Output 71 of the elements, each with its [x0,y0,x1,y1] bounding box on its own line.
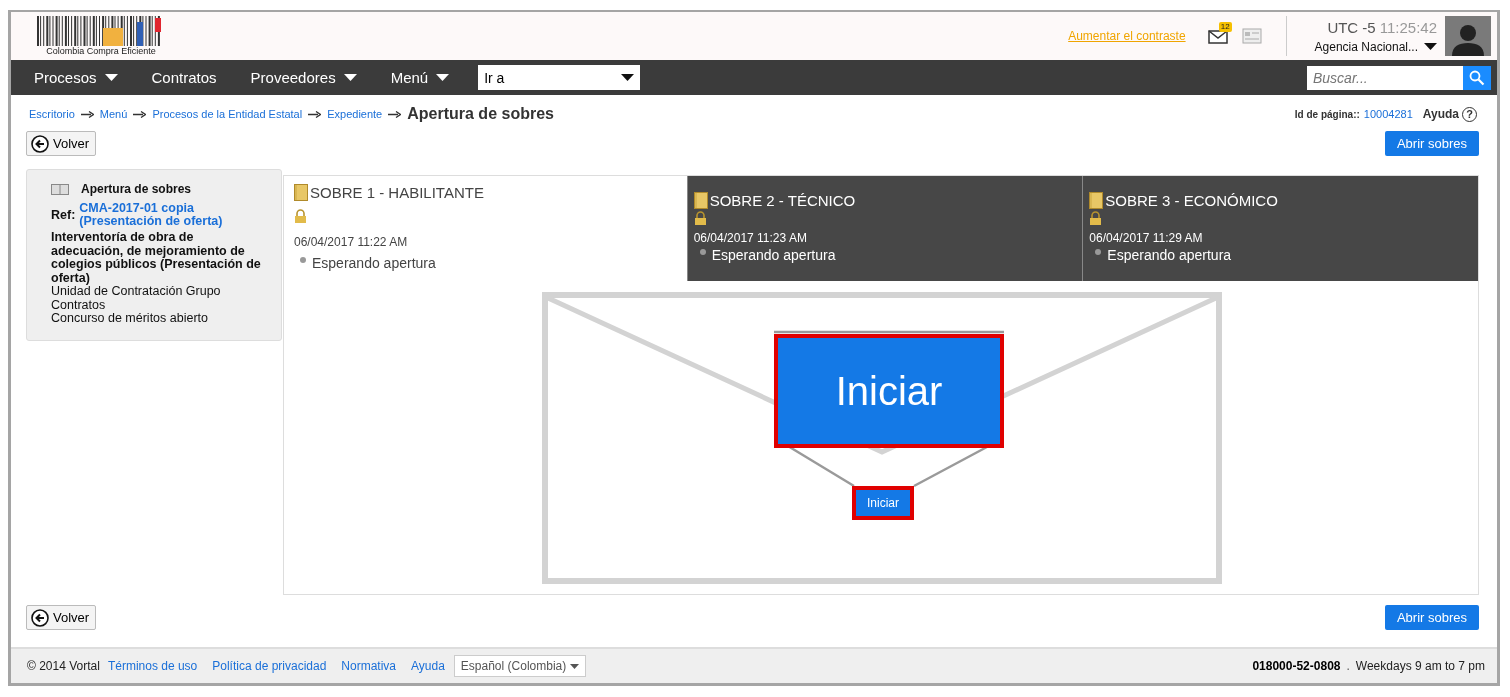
hours-text: Weekdays 9 am to 7 pm [1355,659,1485,673]
start-button[interactable]: Iniciar [852,486,914,520]
caret-icon [1424,43,1437,50]
envelope-title: SOBRE 2 - TÉCNICO [709,192,856,209]
envelope-icon [693,192,708,209]
breadcrumb-link[interactable]: Expediente [327,108,383,120]
arrow-icon [133,110,147,118]
arrow-icon [388,110,402,118]
envelope-tab[interactable]: SOBRE 2 - TÉCNICO 06/04/2017 11:23 AM Esperando apertura [686,176,1083,281]
logo-text: Colombia Compra Eficiente [46,46,156,56]
process-description: Interventoría de obra de adecuación, de mejoramiento de colegios públicos (Presentación de oferta) [51,231,262,285]
nav-menu-item[interactable]: Procesos [25,69,127,86]
nav-menu-item[interactable]: Proveedores [241,69,366,86]
ref-label: Ref: [51,208,76,222]
breadcrumb-link[interactable]: Escritorio [29,108,75,120]
language-select[interactable]: Español (Colombia) [453,655,587,677]
back-button[interactable]: Volver [26,131,97,156]
breadcrumb-link[interactable]: Procesos de la Entidad Estatal [152,108,303,120]
lock-icon [693,211,707,225]
open-envelopes-button[interactable]: Abrir sobres [1384,605,1479,630]
search-button[interactable] [1463,65,1491,90]
phone-number: 018000-52-0808 [1252,659,1341,673]
clock-text: UTC -5 11:25:42 [1327,18,1437,36]
open-envelopes-button[interactable]: Abrir sobres [1384,131,1479,156]
nav-menu-item[interactable]: Contratos [142,69,226,86]
footer-link[interactable]: Normativa [341,659,397,673]
book-icon [51,183,69,195]
footer-link[interactable]: Términos de uso [107,659,198,673]
caret-icon [621,74,635,81]
page-title: Apertura de sobres [407,105,554,123]
arrow-icon [80,110,94,118]
footer-link[interactable]: Ayuda [411,659,445,673]
lock-icon [1089,211,1103,225]
envelope-tab[interactable]: SOBRE 3 - ECONÓMICO 06/04/2017 11:29 AM Esperando apertura [1082,176,1478,281]
status-dot [300,257,306,263]
arrow-icon [308,110,322,118]
envelope-date: 06/04/2017 11:29 AM [1089,231,1204,245]
mail-count-badge: 12 [1218,22,1232,32]
back-button[interactable]: Volver [26,605,97,630]
goto-dropdown[interactable]: Ir a [478,65,641,90]
help-link[interactable]: Ayuda ? [1422,106,1477,122]
summary-title: Apertura de sobres [81,182,192,196]
mail-icon[interactable] [1207,30,1228,44]
avatar-silhouette[interactable] [1445,16,1491,56]
envelope-status: Esperando apertura [1107,247,1232,263]
envelope-status: Esperando apertura [312,255,436,271]
envelope-icon [1089,192,1104,209]
search-field[interactable]: Buscar... [1307,65,1463,90]
ref-link[interactable]: CMA-2017-01 copia (Presentación de oferta) [79,202,265,228]
search-icon [1469,69,1485,86]
page-id-label: Id de página:: [1294,108,1360,120]
breadcrumb-link[interactable]: Menú [99,108,128,120]
status-dot [1095,249,1102,255]
page-id-value: 10004281 [1363,108,1413,120]
caret-icon [570,663,580,669]
envelope-icon [294,184,308,201]
footer-link[interactable]: Política de privacidad [212,659,327,673]
envelope-status: Esperando apertura [711,247,836,263]
copyright-text: © 2014 Vortal [27,659,100,673]
start-button-zoom[interactable]: Iniciar [774,334,1004,448]
summary-line: Unidad de Contratación Grupo Contratos [51,285,222,312]
envelope-date: 06/04/2017 11:23 AM [693,231,808,245]
summary-line: Concurso de méritos abierto [51,312,210,326]
nav-menu-item[interactable]: Menú [381,69,459,86]
agency-dropdown[interactable]: Agencia Nacional... [1314,39,1437,54]
envelope-date: 06/04/2017 11:22 AM [294,235,409,249]
separator-text: . [1346,659,1350,673]
status-dot [699,249,706,255]
lock-icon [294,209,307,223]
envelope-title: SOBRE 3 - ECONÓMICO [1105,192,1278,209]
envelope-title: SOBRE 1 - HABILITANTE [310,184,484,201]
